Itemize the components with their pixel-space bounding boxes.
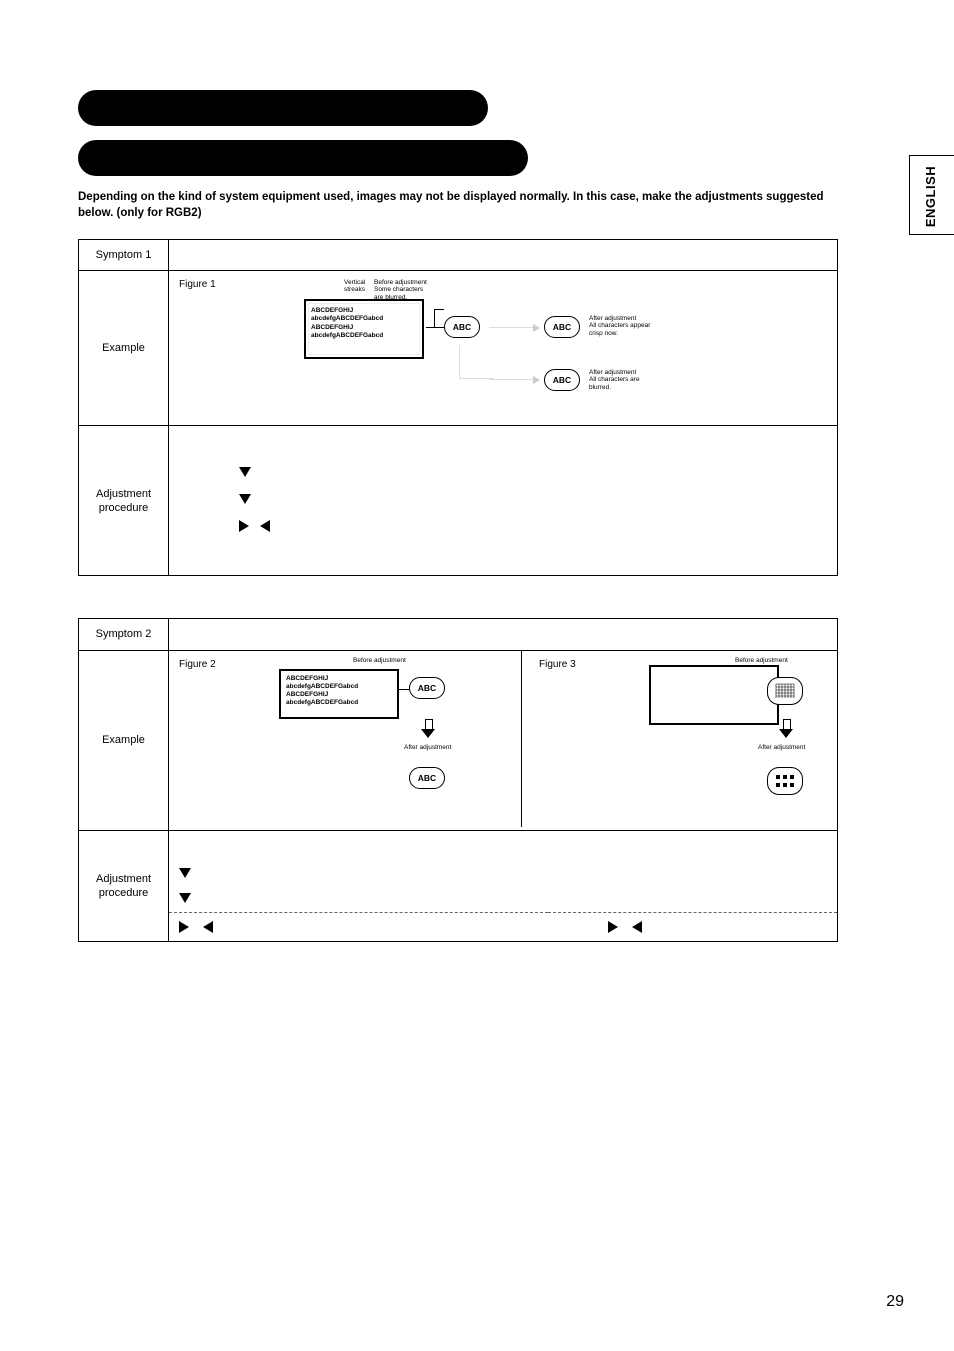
- symptom-table-1: Symptom 1 Example Figure 1 Vertical stre…: [78, 239, 838, 576]
- language-tab-label: ENGLISH: [923, 166, 938, 227]
- page-number: 29: [886, 1293, 904, 1311]
- triangle-down-icon: [179, 893, 191, 903]
- after-adjustment-label-2: After adjustment: [404, 744, 451, 751]
- example-label-2: Example: [79, 650, 169, 830]
- page-content: Depending on the kind of system equipmen…: [78, 90, 838, 984]
- down-arrow-icon: [422, 719, 434, 739]
- triangle-right-icon: [608, 921, 618, 933]
- after-crisp-label: After adjustment All characters appear c…: [589, 315, 650, 336]
- triangle-right-icon: [239, 520, 249, 532]
- abc-blurred: ABC: [544, 369, 580, 391]
- triangle-down-icon: [239, 467, 251, 477]
- section-header-2: [78, 140, 528, 176]
- figure-2-diagram: Figure 2 Before adjustment ABCDEFGHIJ ab…: [179, 659, 499, 819]
- before-adjustment-label-2: Before adjustment: [353, 657, 406, 664]
- symptom-label-2: Symptom 2: [79, 619, 169, 650]
- section-header-1: [78, 90, 488, 126]
- grid-fine-icon: [767, 677, 803, 705]
- abc-crisp: ABC: [544, 316, 580, 338]
- adjustment-2-row1: [169, 830, 838, 860]
- adjustment-2-row2: [169, 860, 838, 913]
- adjustment-procedure-label-2: Adjustment procedure: [79, 830, 169, 942]
- symptom-1-desc: [169, 240, 838, 271]
- grid-coarse-icon: [767, 767, 803, 795]
- figure-1-diagram: Figure 1 Vertical streaks Before adjustm…: [179, 279, 819, 419]
- before-adjustment-label-3: Before adjustment: [735, 657, 788, 664]
- figure-3-diagram: Figure 3 Before adjustment After ad: [539, 659, 859, 819]
- sample-screen-box-2: ABCDEFGHIJ abcdefgABCDEFGabcd ABCDEFGHIJ…: [279, 669, 399, 719]
- triangle-left-icon: [260, 520, 270, 532]
- abc-after-2: ABC: [409, 767, 445, 789]
- vertical-streaks-label: Vertical streaks: [344, 279, 365, 293]
- abc-magnify-1: ABC: [444, 316, 480, 338]
- language-tab: ENGLISH: [909, 155, 954, 235]
- abc-before-2: ABC: [409, 677, 445, 699]
- down-arrow-icon: [780, 719, 792, 739]
- triangle-left-icon: [203, 921, 213, 933]
- after-blurred-label: After adjustment All characters are blur…: [589, 369, 640, 390]
- symptom-2-desc: [169, 619, 838, 650]
- example-label-1: Example: [79, 271, 169, 426]
- triangle-down-icon: [179, 868, 191, 878]
- symptom-label-1: Symptom 1: [79, 240, 169, 271]
- before-adjustment-label-1: Before adjustment Some characters are bl…: [374, 279, 427, 300]
- after-adjustment-label-3: After adjustment: [758, 744, 805, 751]
- sample-screen-box-3: [649, 665, 779, 725]
- adjustment-1-cell: [169, 426, 838, 576]
- adjustment-procedure-label-1: Adjustment procedure: [79, 426, 169, 576]
- triangle-left-icon: [632, 921, 642, 933]
- sample-screen-box-1: ABCDEFGHIJ abcdefgABCDEFGabcd ABCDEFGHIJ…: [304, 299, 424, 359]
- triangle-right-icon: [179, 921, 189, 933]
- figure-2-label: Figure 2: [179, 659, 216, 670]
- symptom-table-2: Symptom 2 Example Figure 2 Before adjust…: [78, 618, 838, 942]
- intro-paragraph: Depending on the kind of system equipmen…: [78, 190, 838, 221]
- adjustment-2-left-pair: [169, 913, 549, 942]
- adjustment-2-right-pair: [548, 913, 838, 942]
- arrow-right-icon: [489, 379, 539, 380]
- adjustment-1-steps: [239, 466, 270, 548]
- figure-1-label: Figure 1: [179, 279, 216, 290]
- example-2-cell: Figure 2 Before adjustment ABCDEFGHIJ ab…: [169, 650, 838, 830]
- figure-3-label: Figure 3: [539, 659, 576, 670]
- triangle-down-icon: [239, 494, 251, 504]
- arrow-right-icon: [489, 327, 539, 328]
- example-1-cell: Figure 1 Vertical streaks Before adjustm…: [169, 271, 838, 426]
